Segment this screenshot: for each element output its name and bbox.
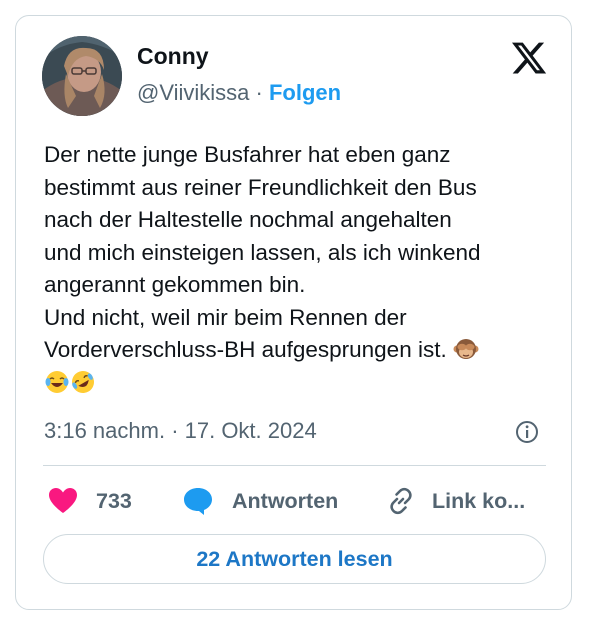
see-no-evil-monkey-icon — [453, 336, 479, 362]
speech-bubble-icon — [184, 488, 212, 515]
tweet-card: Conny @Viivikissa · Folgen Der nette jun… — [15, 15, 572, 610]
divider — [43, 465, 546, 466]
avatar-photo — [42, 36, 122, 116]
copy-link-label: Link ko... — [432, 488, 526, 513]
x-logo-icon[interactable] — [510, 39, 548, 77]
author-handle-row: @Viivikissa · Folgen — [137, 80, 341, 106]
read-replies-button[interactable]: 22 Antworten lesen — [43, 534, 546, 584]
face-with-tears-of-joy-icon — [44, 369, 70, 395]
like-count: 733 — [96, 488, 132, 513]
like-button[interactable]: 733 — [48, 483, 132, 519]
reply-button[interactable]: Antworten — [182, 483, 338, 519]
read-replies-label: 22 Antworten lesen — [196, 546, 393, 571]
link-icon — [390, 487, 412, 515]
info-icon[interactable] — [514, 419, 540, 445]
rolling-on-floor-laughing-icon — [70, 369, 96, 395]
tweet-body: Der nette junge Busfahrer hat eben ganz … — [44, 142, 481, 362]
author-handle[interactable]: @Viivikissa — [137, 80, 249, 105]
separator-dot: · — [255, 80, 263, 105]
heart-icon — [49, 488, 77, 513]
avatar[interactable] — [42, 36, 122, 116]
follow-button[interactable]: Folgen — [269, 80, 341, 105]
copy-link-button[interactable]: Link ko... — [386, 483, 525, 519]
author-name[interactable]: Conny — [137, 43, 209, 70]
tweet-text: Der nette junge Busfahrer hat eben ganz … — [44, 139, 554, 399]
reply-label: Antworten — [232, 488, 339, 513]
tweet-timestamp[interactable]: 3:16 nachm. · 17. Okt. 2024 — [44, 418, 317, 444]
